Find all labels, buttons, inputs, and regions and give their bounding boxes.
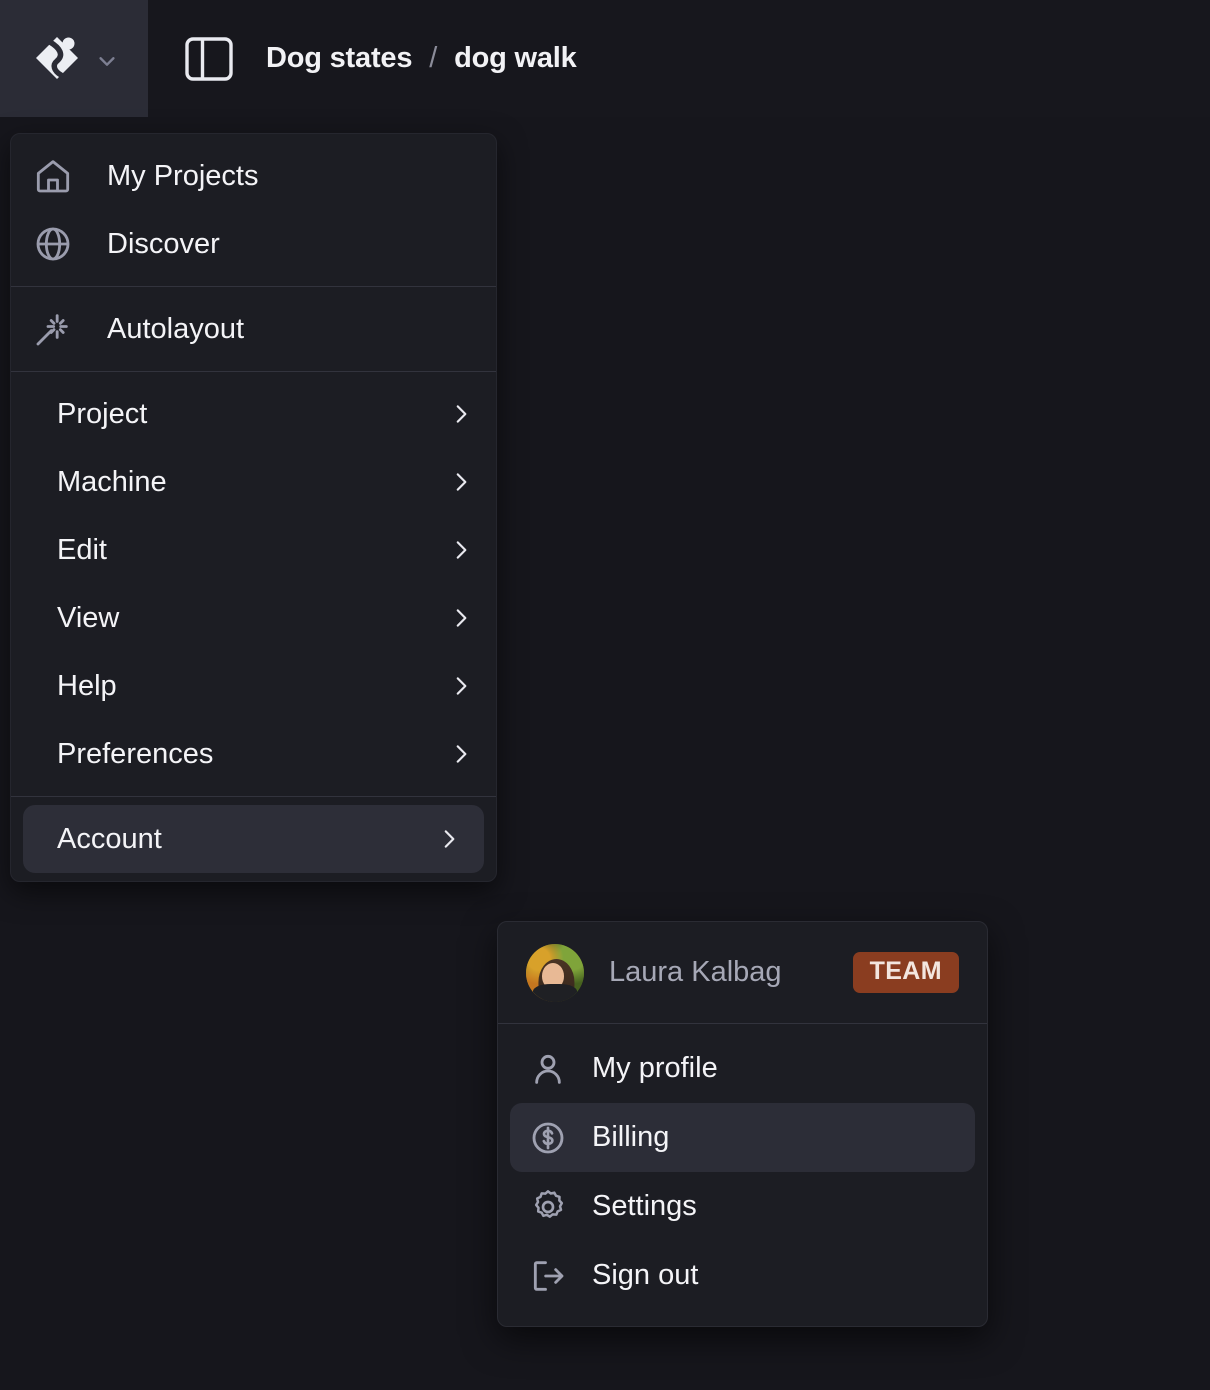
person-icon (526, 1049, 570, 1089)
account-item-label: My profile (592, 1052, 718, 1084)
account-user-header: Laura Kalbag TEAM (498, 922, 987, 1023)
chevron-right-icon (448, 469, 474, 495)
chevron-right-icon (448, 673, 474, 699)
menu-item-my-projects[interactable]: My Projects (11, 142, 496, 210)
globe-icon (33, 224, 79, 264)
menu-item-label: Project (57, 397, 148, 430)
main-dropdown-menu: My Projects Discover Autolayout Project … (10, 133, 497, 882)
menu-item-project[interactable]: Project (11, 380, 496, 448)
menu-item-view[interactable]: View (11, 584, 496, 652)
chevron-right-icon (448, 401, 474, 427)
dollar-circle-icon (526, 1118, 570, 1158)
chevron-right-icon (448, 741, 474, 767)
account-item-label: Settings (592, 1190, 697, 1222)
account-item-label: Billing (592, 1121, 670, 1153)
top-bar: Dog states / dog walk (0, 0, 1210, 117)
magic-wand-icon (33, 309, 79, 349)
menu-section-account: Account (11, 797, 496, 881)
account-item-settings[interactable]: Settings (510, 1172, 975, 1241)
breadcrumb-project[interactable]: Dog states (266, 42, 412, 75)
menu-item-autolayout[interactable]: Autolayout (11, 295, 496, 363)
chevron-right-icon (436, 826, 462, 852)
menu-item-machine[interactable]: Machine (11, 448, 496, 516)
menu-item-label: View (57, 601, 120, 634)
account-user-name: Laura Kalbag (609, 956, 782, 988)
menu-section-navigation: My Projects Discover (11, 134, 496, 286)
stately-logo-icon (30, 31, 86, 87)
account-menu-items: My profile Billing Settings Sign out (498, 1024, 987, 1326)
account-submenu: Laura Kalbag TEAM My profile Billing Set… (497, 921, 988, 1327)
menu-item-label: Account (57, 822, 162, 855)
panel-left-icon[interactable] (184, 36, 234, 82)
app-root: Dog states / dog walk My Projects Discov… (0, 0, 1210, 1390)
app-logo-menu-button[interactable] (0, 0, 148, 117)
chevron-right-icon (448, 605, 474, 631)
chevron-down-icon (96, 46, 118, 72)
status-badge: TEAM (852, 952, 959, 993)
menu-item-label: My Projects (107, 159, 259, 192)
menu-item-discover[interactable]: Discover (11, 210, 496, 278)
gear-icon (526, 1187, 570, 1227)
sign-out-icon (526, 1256, 570, 1296)
chevron-right-icon (448, 537, 474, 563)
menu-item-label: Help (57, 669, 117, 702)
menu-item-edit[interactable]: Edit (11, 516, 496, 584)
menu-item-label: Autolayout (107, 312, 245, 345)
menu-section-tools: Autolayout (11, 287, 496, 371)
menu-item-account[interactable]: Account (23, 805, 484, 873)
menu-item-label: Discover (107, 227, 220, 260)
menu-item-preferences[interactable]: Preferences (11, 720, 496, 788)
menu-section-groups: Project Machine Edit View Help Preferenc… (11, 372, 496, 796)
breadcrumb-separator: / (429, 42, 438, 74)
account-item-label: Sign out (592, 1259, 699, 1291)
menu-item-label: Preferences (57, 737, 214, 770)
account-item-sign-out[interactable]: Sign out (510, 1241, 975, 1310)
home-icon (33, 156, 79, 196)
menu-item-label: Edit (57, 533, 107, 566)
menu-item-label: Machine (57, 465, 167, 498)
avatar (526, 943, 584, 1002)
account-item-billing[interactable]: Billing (510, 1103, 975, 1172)
account-item-my-profile[interactable]: My profile (510, 1034, 975, 1103)
breadcrumb: Dog states / dog walk (266, 0, 577, 117)
menu-item-help[interactable]: Help (11, 652, 496, 720)
breadcrumb-machine[interactable]: dog walk (454, 42, 577, 75)
